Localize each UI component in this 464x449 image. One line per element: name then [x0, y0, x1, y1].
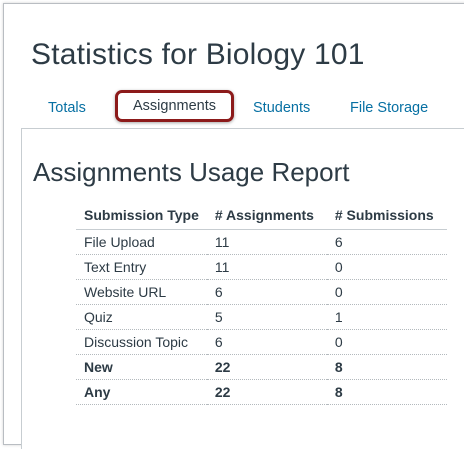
assignments-count-cell: 22 [206, 379, 327, 405]
submission-type-cell: Discussion Topic [76, 329, 207, 355]
table-row-total-any: Any 22 8 [76, 379, 447, 405]
table-row: Quiz 5 1 [76, 304, 447, 330]
submissions-count-cell: 8 [326, 354, 447, 380]
tab-bar: Totals Assignments Students File Storage [4, 90, 464, 124]
table-row: File Upload 11 6 [76, 229, 447, 255]
submission-type-cell: File Upload [76, 229, 207, 255]
table-header-row: Submission Type # Assignments # Submissi… [76, 201, 447, 230]
statistics-window: Statistics for Biology 101 Totals Assign… [3, 3, 464, 449]
submissions-count-cell: 8 [326, 379, 447, 405]
table-row: Website URL 6 0 [76, 279, 447, 305]
column-header-submissions: # Submissions [326, 201, 447, 230]
submission-type-cell: Quiz [76, 304, 207, 330]
tab-students[interactable]: Students [253, 100, 310, 116]
assignments-count-cell: 5 [206, 304, 327, 330]
report-title: Assignments Usage Report [33, 157, 350, 187]
page-title: Statistics for Biology 101 [31, 38, 365, 71]
tab-file-storage[interactable]: File Storage [350, 100, 428, 116]
table-row-total-new: New 22 8 [76, 354, 447, 380]
submissions-count-cell: 0 [326, 329, 447, 355]
assignments-count-cell: 11 [206, 229, 327, 255]
submission-type-cell: Any [76, 379, 207, 405]
submission-type-cell: Website URL [76, 279, 207, 305]
assignments-count-cell: 6 [206, 329, 327, 355]
assignments-count-cell: 6 [206, 279, 327, 305]
submissions-count-cell: 0 [326, 279, 447, 305]
column-header-assignments: # Assignments [206, 201, 327, 230]
assignments-count-cell: 11 [206, 254, 327, 280]
submission-type-cell: Text Entry [76, 254, 207, 280]
table-row: Discussion Topic 6 0 [76, 329, 447, 355]
column-header-submission-type: Submission Type [76, 201, 207, 230]
table-row: Text Entry 11 0 [76, 254, 447, 280]
assignments-usage-table: Submission Type # Assignments # Submissi… [76, 201, 447, 405]
submission-type-cell: New [76, 354, 207, 380]
tab-totals[interactable]: Totals [48, 100, 86, 116]
tab-assignments[interactable]: Assignments [115, 90, 234, 122]
assignments-count-cell: 22 [206, 354, 327, 380]
submissions-count-cell: 6 [326, 229, 447, 255]
submissions-count-cell: 0 [326, 254, 447, 280]
submissions-count-cell: 1 [326, 304, 447, 330]
